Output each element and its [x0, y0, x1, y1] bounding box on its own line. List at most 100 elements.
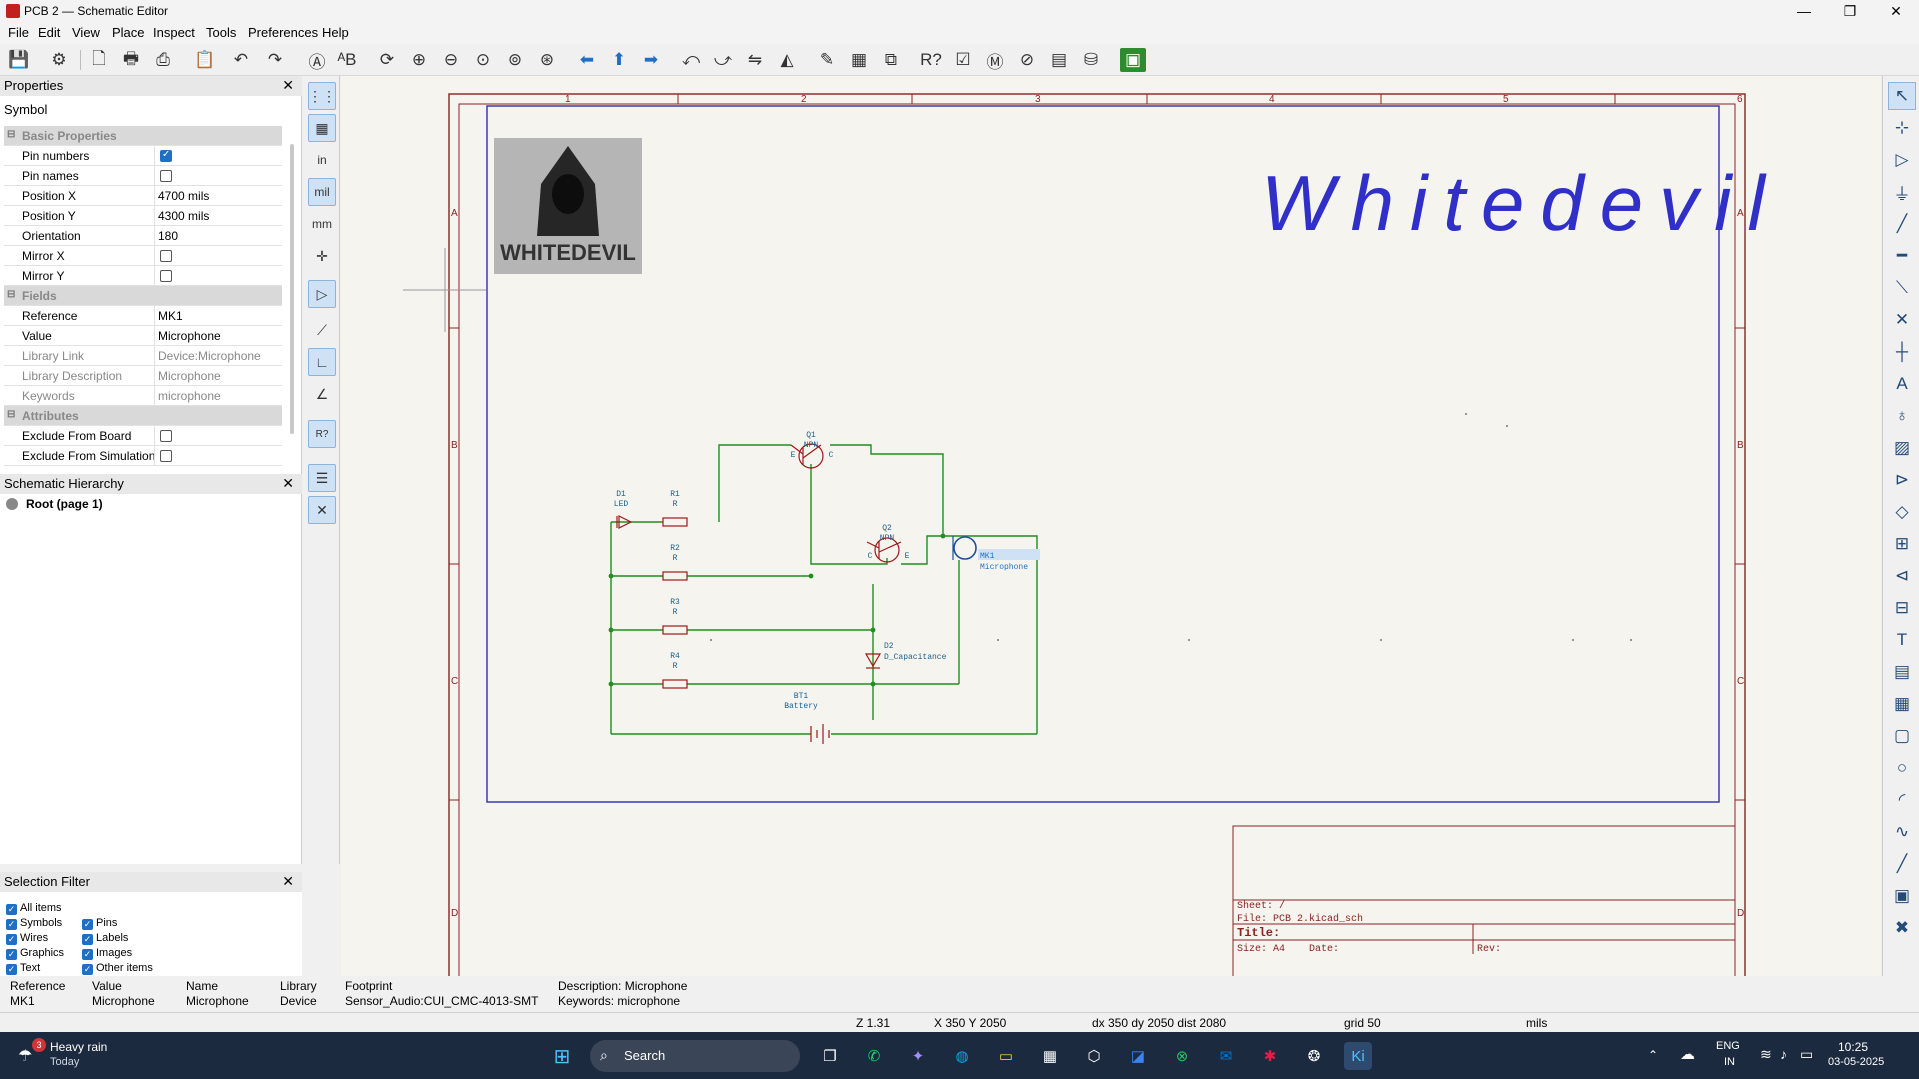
menu-help[interactable]: Help: [322, 25, 349, 40]
save-icon[interactable]: 💾: [6, 48, 32, 72]
menu-tools[interactable]: Tools: [206, 25, 236, 40]
show-hidden-pins-icon[interactable]: ▷: [308, 280, 336, 308]
value-field[interactable]: Microphone: [158, 329, 221, 343]
app-hexagon-icon[interactable]: ⬡: [1080, 1042, 1108, 1070]
filter-all-items[interactable]: ✓ All items: [6, 902, 62, 915]
chatgpt-icon[interactable]: ❂: [1300, 1042, 1328, 1070]
section-fields[interactable]: ⊟ Fields: [4, 286, 282, 306]
print-icon[interactable]: 🖶: [118, 48, 144, 72]
add-wire-icon[interactable]: ╱: [1888, 210, 1916, 238]
footprint-assign-icon[interactable]: ⧉: [878, 48, 904, 72]
refresh-icon[interactable]: ⟳: [374, 48, 400, 72]
orientation-field[interactable]: 180: [158, 229, 178, 243]
find-replace-icon[interactable]: ᴬB: [334, 48, 360, 72]
clock-date[interactable]: 03-05-2025: [1828, 1056, 1884, 1068]
import-sheet-icon[interactable]: ⊟: [1888, 594, 1916, 622]
grid-overrides-icon[interactable]: ▦: [308, 114, 336, 142]
no-connect-icon[interactable]: ✕: [1888, 306, 1916, 334]
add-sheet-icon[interactable]: ⊞: [1888, 530, 1916, 558]
paste-icon[interactable]: 📋: [192, 48, 218, 72]
add-image-icon[interactable]: ▣: [1888, 882, 1916, 910]
rotate-ccw-icon[interactable]: ⤺: [678, 48, 704, 72]
filter-text[interactable]: ✓ Text: [6, 962, 40, 975]
units-inches-button[interactable]: in: [308, 146, 336, 174]
schematic-setup-icon[interactable]: ⚙: [46, 48, 72, 72]
add-power-icon[interactable]: ⏚: [1888, 178, 1916, 206]
minimize-button[interactable]: —: [1781, 0, 1827, 22]
task-view-icon[interactable]: ❐: [816, 1042, 844, 1070]
add-bus-icon[interactable]: ━: [1888, 242, 1916, 270]
battery-icon[interactable]: ▭: [1800, 1046, 1813, 1063]
simulator-icon[interactable]: Ⓜ: [982, 48, 1008, 72]
menu-file[interactable]: File: [8, 25, 29, 40]
page-settings-icon[interactable]: 🗋: [86, 48, 112, 72]
select-tool-icon[interactable]: ↖: [1888, 82, 1916, 110]
position-y-field[interactable]: 4300 mils: [158, 209, 209, 223]
region-indicator[interactable]: IN: [1724, 1056, 1735, 1068]
bus-entry-icon[interactable]: ⟍: [1888, 274, 1916, 302]
filter-wires[interactable]: ✓ Wires: [6, 932, 48, 945]
hierarchy-root[interactable]: Root (page 1): [26, 497, 103, 511]
taskbar-search[interactable]: ⌕ Search: [590, 1040, 800, 1072]
wifi-icon[interactable]: ≋: [1760, 1046, 1772, 1063]
navigate-back-icon[interactable]: ⬅: [574, 48, 600, 72]
tray-overflow-icon[interactable]: ⌃: [1648, 1048, 1658, 1062]
filter-other-items[interactable]: ✓ Other items: [82, 962, 153, 975]
clock-time[interactable]: 10:25: [1838, 1040, 1868, 1054]
onedrive-icon[interactable]: ☁: [1680, 1045, 1695, 1063]
erc-icon[interactable]: ☑: [950, 48, 976, 72]
mirror-x-checkbox[interactable]: [160, 250, 172, 262]
line-mode-90-icon[interactable]: ∟: [308, 348, 336, 376]
pin-numbers-checkbox[interactable]: [160, 149, 172, 162]
position-x-field[interactable]: 4700 mils: [158, 189, 209, 203]
zoom-fit-icon[interactable]: ⊙: [470, 48, 496, 72]
close-window-button[interactable]: ✕: [1873, 0, 1919, 22]
filter-symbols[interactable]: ✓ Symbols: [6, 917, 62, 930]
pcb-editor-icon[interactable]: ▣: [1120, 48, 1146, 72]
schematic-canvas[interactable]: 1 2 3 4 5 6 A B C D A B C D WHITEDEVIL W…: [341, 76, 1881, 976]
mirror-y-checkbox[interactable]: [160, 270, 172, 282]
weather-title[interactable]: Heavy rain: [50, 1040, 107, 1054]
store-icon[interactable]: ▦: [1036, 1042, 1064, 1070]
plot-icon[interactable]: ⎙: [150, 48, 176, 72]
zoom-selection-icon[interactable]: ⊛: [534, 48, 560, 72]
edge-icon[interactable]: ◍: [948, 1042, 976, 1070]
start-button-icon[interactable]: ⊞: [548, 1042, 576, 1070]
whatsapp-icon[interactable]: ✆: [860, 1042, 888, 1070]
zoom-out-icon[interactable]: ⊖: [438, 48, 464, 72]
units-mm-button[interactable]: mm: [308, 210, 336, 238]
global-label-icon[interactable]: ⊳: [1888, 466, 1916, 494]
sheet-pin-icon[interactable]: ⊲: [1888, 562, 1916, 590]
volume-icon[interactable]: ♪: [1780, 1046, 1787, 1062]
add-rectangle-icon[interactable]: ▢: [1888, 722, 1916, 750]
mirror-h-icon[interactable]: ◭: [774, 48, 800, 72]
symbol-fields-table-icon[interactable]: ▤: [1046, 48, 1072, 72]
units-mils-button[interactable]: mil: [308, 178, 336, 206]
mirror-v-icon[interactable]: ⇋: [742, 48, 768, 72]
close-selection-filter-icon[interactable]: ✕: [282, 873, 294, 890]
symbol-browser-icon[interactable]: ▦: [846, 48, 872, 72]
annotate-icon[interactable]: R?: [918, 48, 944, 72]
navigate-forward-icon[interactable]: ➡: [638, 48, 664, 72]
filter-graphics[interactable]: ✓ Graphics: [6, 947, 64, 960]
rotate-cw-icon[interactable]: ⤻: [710, 48, 736, 72]
junction-icon[interactable]: ┼: [1888, 338, 1916, 366]
undo-icon[interactable]: ↶: [228, 48, 254, 72]
add-bezier-icon[interactable]: ∿: [1888, 818, 1916, 846]
app-blue-icon[interactable]: ◪: [1124, 1042, 1152, 1070]
schematic-drawing[interactable]: 1 2 3 4 5 6 A B C D A B C D WHITEDEVIL W…: [341, 76, 1881, 976]
redo-icon[interactable]: ↷: [262, 48, 288, 72]
annotation-toggle-icon[interactable]: R?: [308, 420, 336, 448]
exclude-sim-checkbox[interactable]: [160, 450, 172, 462]
language-indicator[interactable]: ENG: [1716, 1040, 1740, 1052]
highlight-net-icon[interactable]: ⊹: [1888, 114, 1916, 142]
maximize-button[interactable]: ❐: [1827, 0, 1873, 22]
add-text-icon[interactable]: T: [1888, 626, 1916, 654]
pin-names-checkbox[interactable]: [160, 170, 172, 182]
reference-field[interactable]: MK1: [158, 309, 183, 323]
hier-label-icon[interactable]: ◇: [1888, 498, 1916, 526]
line-mode-45-icon[interactable]: ∠: [308, 380, 336, 408]
outlook-icon[interactable]: ✉: [1212, 1042, 1240, 1070]
zoom-objects-icon[interactable]: ⊚: [502, 48, 528, 72]
menu-view[interactable]: View: [72, 25, 100, 40]
